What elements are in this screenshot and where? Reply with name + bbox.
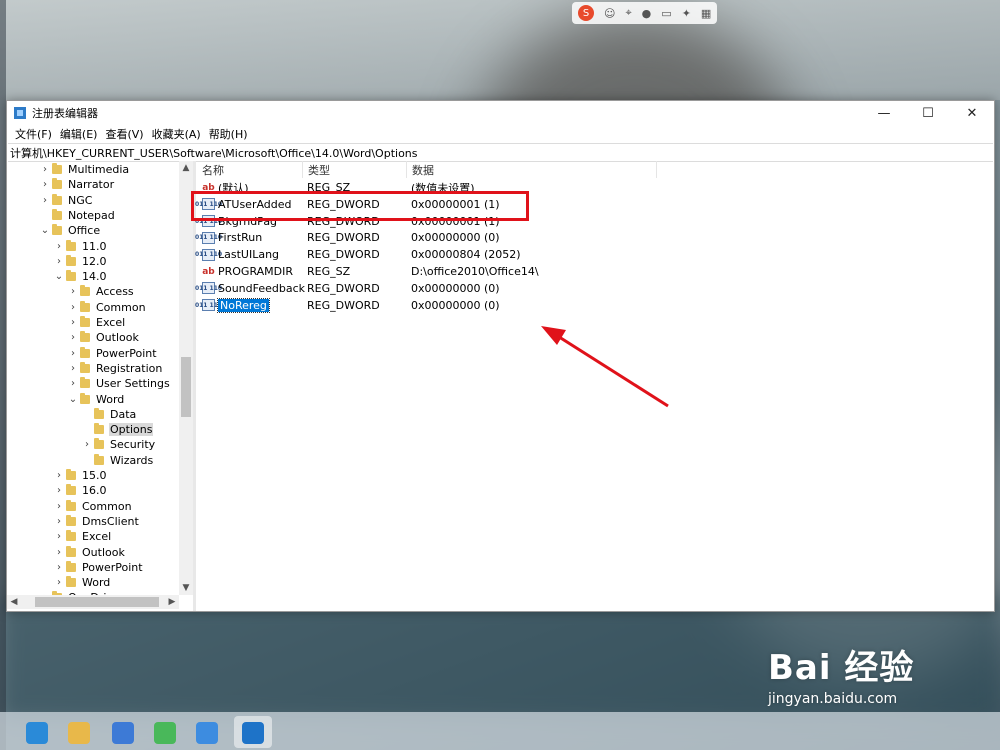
taskbar-regedit-icon[interactable] [242,722,264,744]
taskbar-edge-icon[interactable] [26,722,48,744]
watermark-url: jingyan.baidu.com [768,691,898,707]
taskbar-app-icon-1[interactable] [112,722,134,744]
taskbar-explorer-icon[interactable] [68,722,90,744]
baidu-jingyan-watermark: Bai 经验 jingyan.baidu.com [768,640,968,730]
taskbar-app-icon-3[interactable] [196,722,218,744]
annotation-arrow [541,326,669,408]
taskbar-app-icon-2[interactable] [154,722,176,744]
watermark-brand: Bai 经验 [768,648,915,688]
